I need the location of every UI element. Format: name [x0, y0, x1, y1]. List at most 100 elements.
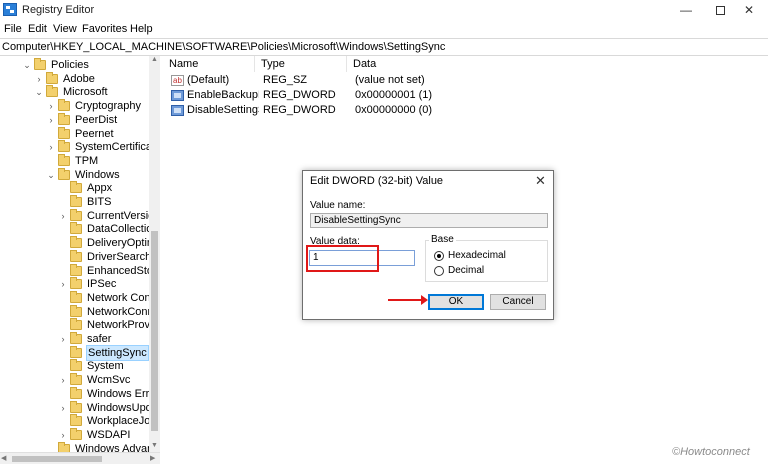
folder-icon [70, 208, 82, 221]
tree-item[interactable]: System [0, 359, 159, 373]
chevron-right-icon[interactable]: › [58, 401, 68, 415]
folder-icon [70, 318, 82, 331]
hexadecimal-label[interactable]: Hexadecimal [448, 250, 506, 261]
tree-item[interactable]: Network Conne [0, 290, 159, 305]
decimal-radio[interactable] [434, 266, 444, 276]
chevron-right-icon[interactable] [58, 346, 68, 360]
tree-item[interactable]: NetworkProvide [0, 318, 159, 332]
chevron-right-icon[interactable]: › [58, 373, 68, 387]
maximize-icon [715, 6, 725, 15]
chevron-right-icon[interactable] [58, 305, 68, 319]
tree-item[interactable]: Peernet [0, 126, 159, 141]
tree-item[interactable]: Windows Advance [0, 441, 159, 452]
chevron-down-icon[interactable]: ⌄ [46, 168, 56, 182]
value-row[interactable]: ab (Default) REG_SZ (value not set) [163, 73, 463, 88]
tree-item[interactable]: › WSDAPI [0, 427, 159, 442]
ok-button[interactable]: OK [428, 294, 484, 310]
tree-item[interactable]: ⌄ Windows [0, 167, 159, 182]
chevron-right-icon[interactable] [58, 195, 68, 209]
tree-item[interactable]: EnhancedStorag [0, 263, 159, 278]
chevron-right-icon[interactable] [58, 414, 68, 428]
cancel-button[interactable]: Cancel [490, 294, 546, 310]
tree-item[interactable]: › PeerDist [0, 112, 159, 127]
chevron-right-icon[interactable] [46, 154, 56, 168]
tree-item[interactable]: WorkplaceJoin [0, 414, 159, 428]
column-header-name[interactable]: Name [163, 56, 255, 72]
chevron-right-icon[interactable] [58, 318, 68, 332]
folder-icon [70, 277, 82, 290]
chevron-right-icon[interactable] [58, 359, 68, 373]
tree-horizontal-scrollbar[interactable]: ◀ ▶ [0, 452, 160, 464]
folder-icon [46, 71, 58, 84]
scroll-up-icon[interactable]: ▲ [149, 56, 160, 66]
column-header-type[interactable]: Type [255, 56, 347, 72]
value-row[interactable]: DisableSettingSy... REG_DWORD 0x00000000… [163, 103, 463, 118]
tree-item[interactable]: ⌄ Policies [0, 58, 159, 72]
chevron-right-icon[interactable]: › [58, 332, 68, 346]
chevron-right-icon[interactable]: › [58, 277, 68, 291]
close-button[interactable]: ✕ [730, 0, 768, 20]
tree-item[interactable]: › WcmSvc [0, 373, 159, 387]
chevron-right-icon[interactable] [58, 222, 68, 236]
watermark: ©Howtoconnect [672, 446, 750, 458]
dword-value-icon [171, 105, 184, 116]
tree-item[interactable]: › Cryptography [0, 99, 159, 113]
chevron-right-icon[interactable] [46, 127, 56, 141]
menu-favorites[interactable]: Favorites [82, 23, 127, 35]
dialog-close-icon[interactable]: ✕ [535, 173, 546, 189]
tree-item[interactable]: ⌄ Microsoft [0, 85, 159, 99]
chevron-down-icon[interactable]: ⌄ [22, 58, 32, 72]
scroll-left-icon[interactable]: ◀ [1, 453, 6, 465]
chevron-right-icon[interactable] [58, 264, 68, 278]
tree-item[interactable]: Windows Error I [0, 386, 159, 401]
chevron-right-icon[interactable] [58, 250, 68, 264]
registry-tree: ⌄ Policies › Adobe ⌄ Microsoft › Cryptography › P… [0, 56, 160, 452]
tree-item[interactable]: SettingSync [0, 344, 159, 361]
tree-item[interactable]: DeliveryOptimiz [0, 236, 159, 250]
tree-item[interactable]: TPM [0, 153, 159, 168]
hexadecimal-radio[interactable] [434, 251, 444, 261]
tree-item[interactable]: › Adobe [0, 71, 159, 86]
tree-item[interactable]: › WindowsUpdat [0, 400, 159, 415]
folder-icon [58, 99, 70, 112]
scroll-right-icon[interactable]: ▶ [150, 453, 155, 465]
chevron-right-icon[interactable] [46, 442, 56, 452]
tree-item[interactable]: › CurrentVersion [0, 208, 159, 223]
value-row[interactable]: EnableBackupFo... REG_DWORD 0x00000001 (… [163, 88, 463, 103]
chevron-right-icon[interactable]: › [58, 209, 68, 223]
folder-icon [70, 345, 82, 358]
window-title: Registry Editor [22, 4, 95, 16]
scroll-down-icon[interactable]: ▼ [149, 442, 160, 452]
tree-vertical-scrollbar[interactable]: ▲ ▼ [149, 56, 160, 452]
chevron-right-icon[interactable] [58, 387, 68, 401]
tree-item[interactable]: DriverSearching [0, 249, 159, 264]
tree-item-label: DataCollection [87, 223, 159, 236]
chevron-right-icon[interactable]: › [46, 140, 56, 154]
menu-help[interactable]: Help [130, 23, 153, 35]
chevron-right-icon[interactable]: › [46, 113, 56, 127]
chevron-down-icon[interactable]: ⌄ [34, 85, 44, 99]
address-bar[interactable]: Computer\HKEY_LOCAL_MACHINE\SOFTWARE\Pol… [0, 38, 768, 56]
chevron-right-icon[interactable] [58, 291, 68, 305]
tree-item-label: Microsoft [63, 86, 108, 99]
tree-item[interactable]: › SystemCertificates [0, 140, 159, 154]
menu-file[interactable]: File [4, 23, 22, 35]
tree-item[interactable]: NetworkConnec [0, 304, 159, 319]
decimal-label[interactable]: Decimal [448, 265, 484, 276]
menu-edit[interactable]: Edit [28, 23, 47, 35]
tree-item[interactable]: Appx [0, 181, 159, 195]
chevron-right-icon[interactable] [58, 236, 68, 250]
tree-item[interactable]: BITS [0, 195, 159, 209]
column-header-data[interactable]: Data [347, 56, 467, 72]
chevron-right-icon[interactable] [58, 181, 68, 195]
tree-scroll-thumb[interactable] [151, 231, 158, 431]
tree-item[interactable]: › IPSec [0, 277, 159, 291]
chevron-right-icon[interactable]: › [34, 72, 44, 86]
tree-item[interactable]: › safer [0, 332, 159, 346]
chevron-right-icon[interactable]: › [46, 99, 56, 113]
tree-item[interactable]: DataCollection [0, 222, 159, 236]
menu-view[interactable]: View [53, 23, 77, 35]
folder-icon [70, 249, 82, 262]
chevron-right-icon[interactable]: › [58, 428, 68, 442]
tree-hscroll-thumb[interactable] [12, 456, 102, 462]
